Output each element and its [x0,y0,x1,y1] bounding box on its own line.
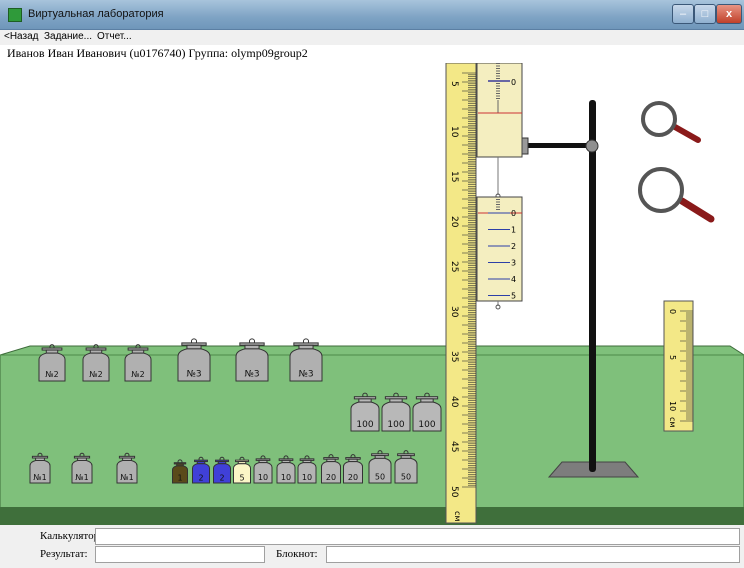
weight[interactable]: №2 [38,344,66,382]
ruler-label: 15 [449,171,459,182]
weight[interactable]: 100 [350,392,380,432]
small-ruler-label: 10 [668,401,677,411]
weight[interactable]: №3 [289,338,323,382]
ruler-unit: см [453,511,462,521]
weight[interactable]: 10 [276,455,296,484]
app-icon [8,8,22,22]
dyn-lower-label: 2 [511,242,516,251]
dynamometer-upper[interactable]: 0 [476,63,523,199]
weight[interactable]: 20 [343,454,363,484]
weight[interactable]: №1 [116,452,138,484]
weight[interactable]: 2 [192,456,210,484]
minimize-button[interactable]: – [672,4,694,24]
small-ruler-label: 5 [668,355,677,360]
weight-label: 50 [401,473,411,482]
weight[interactable]: 50 [394,450,418,484]
weight-label: №3 [298,370,313,380]
menu-task[interactable]: Задание... [44,31,92,42]
dyn-lower-label: 5 [511,292,516,301]
small-ruler[interactable]: 0 5 10 см [663,300,694,432]
ruler-label: 45 [449,441,459,452]
ruler-label: 5 [449,81,459,87]
weight-label: 10 [302,473,312,482]
small-ruler-unit: см [668,417,677,427]
weight[interactable]: №1 [71,452,93,484]
main-ruler[interactable]: 5 10 15 20 25 30 35 40 45 50 см [445,63,477,524]
ruler-label: 30 [449,306,459,318]
weight[interactable]: 2 [213,456,231,484]
weight[interactable]: 10 [297,455,317,484]
calculator-input[interactable] [95,528,740,545]
weight-label: №3 [186,370,201,380]
notepad-label: Блокнот: [276,548,318,560]
ruler-label: 40 [449,396,459,408]
weight-label: №1 [120,473,133,482]
weight[interactable]: 5 [233,456,251,484]
weight-label: 20 [326,473,336,482]
weight[interactable]: №3 [235,338,269,382]
weight-label: 10 [258,473,268,482]
weight[interactable]: №1 [29,452,51,484]
weight[interactable]: 100 [381,392,411,432]
small-ruler-label: 0 [668,309,677,314]
ruler-label: 35 [449,351,459,362]
lab-scene: 5101520253035404550 см 0 012345 0510 см [0,63,744,525]
weight-label: 5 [239,473,244,482]
weight-label: №1 [75,473,88,482]
weight[interactable]: №2 [124,344,152,382]
notepad-input[interactable] [326,546,740,563]
weight-label: 100 [356,420,373,430]
maximize-button[interactable]: □ [694,4,716,24]
menu-back[interactable]: <Назад [4,31,39,42]
weight-label: 2 [219,473,224,482]
weight-label: №2 [131,370,144,379]
ruler-label: 10 [449,126,459,138]
ruler-label: 20 [449,216,459,228]
menu-report[interactable]: Отчет... [97,31,132,42]
weight[interactable]: 100 [412,392,442,432]
menu-bar: <Назад Задание... Отчет... [0,30,744,45]
weight-label: №1 [33,473,46,482]
weight[interactable]: 1 [172,459,188,484]
ruler-label: 25 [449,261,459,272]
result-label: Результат: [40,548,88,560]
weight-label: 10 [281,473,291,482]
weight[interactable]: №2 [82,344,110,382]
title-bar: Виртуальная лаборатория – □ x [0,0,744,30]
weight-label: 20 [348,473,358,482]
calculator-label: Калькулятор: [40,530,103,542]
weight[interactable]: 20 [321,454,341,484]
table-edge [0,507,744,525]
dyn-upper-label: 0 [511,78,516,87]
weight-label: 100 [418,420,435,430]
user-info: Иванов Иван Иванович (u0176740) Группа: … [0,45,744,63]
bottom-panel: Калькулятор: Результат: Блокнот: [0,525,744,568]
weight-label: №2 [89,370,102,379]
weight-label: 50 [375,473,385,482]
weight-label: №3 [244,370,259,380]
weight-label: 1 [177,474,182,483]
dyn-lower-label: 4 [511,275,516,284]
dynamometer-lower[interactable]: 0 1 2 3 4 5 [476,196,523,310]
magnifier-large-icon[interactable] [638,167,715,223]
close-button[interactable]: x [716,4,742,24]
result-field[interactable] [95,546,265,563]
dyn-lower-label: 3 [511,259,516,268]
weight-label: №2 [45,370,58,379]
magnifier-small-icon[interactable] [641,101,701,143]
window-title: Виртуальная лаборатория [28,8,164,20]
weight[interactable]: 10 [253,455,273,484]
dyn-lower-label: 1 [511,226,516,235]
ruler-label: 50 [449,486,459,498]
weight-label: 100 [387,420,404,430]
weight[interactable]: 50 [368,450,392,484]
weight-label: 2 [198,473,203,482]
lab-table [0,345,744,525]
weight[interactable]: №3 [177,338,211,382]
dyn-lower-label: 0 [511,209,516,218]
